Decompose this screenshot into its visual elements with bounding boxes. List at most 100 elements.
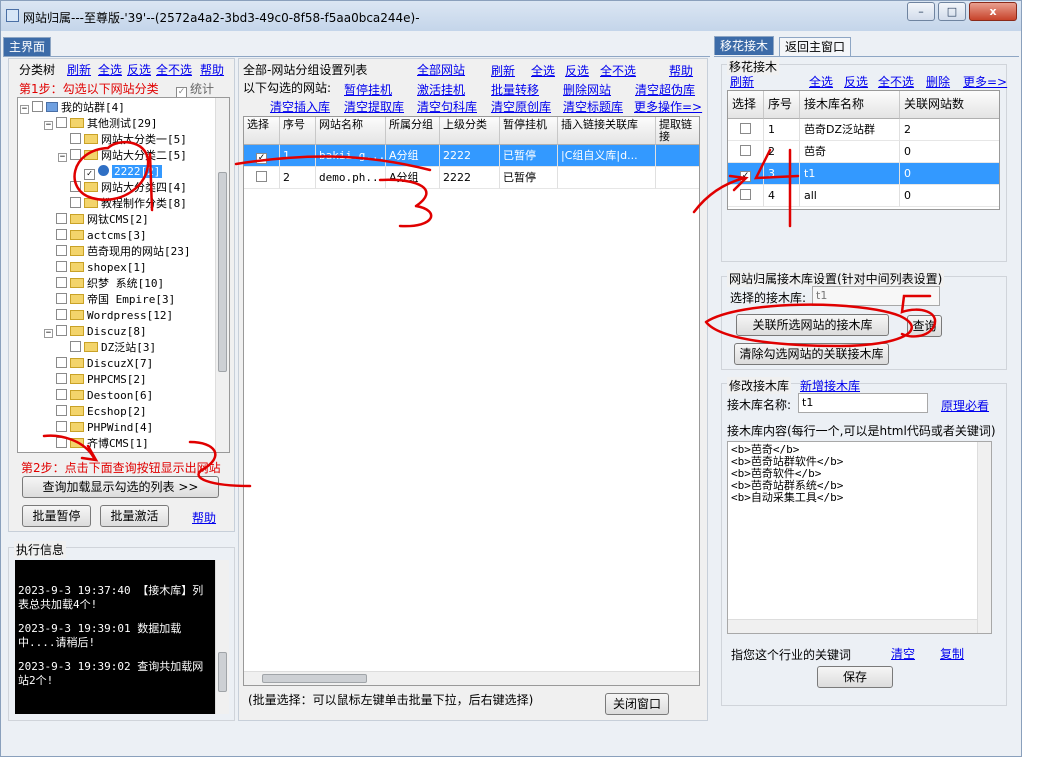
column-header[interactable]: 序号 <box>764 91 800 119</box>
textarea-scrollbar[interactable] <box>977 442 991 633</box>
column-header[interactable]: 提取链接 <box>656 117 699 145</box>
close-window-button[interactable]: 关闭窗口 <box>605 693 669 715</box>
tree-node[interactable]: 帝国 Empire[3] <box>56 292 175 308</box>
tree-node[interactable]: 教程制作分类[8] <box>70 196 187 212</box>
batch-transfer-link[interactable]: 批量转移 <box>491 81 539 98</box>
tree-node[interactable]: actcms[3] <box>56 228 147 244</box>
tree-node[interactable]: Wordpress[12] <box>56 308 173 324</box>
tree-node[interactable]: 芭奇现用的网站[23] <box>56 244 191 260</box>
list-help-link[interactable]: 帮助 <box>669 62 693 79</box>
column-header[interactable]: 上级分类 <box>440 117 500 145</box>
tree-node[interactable]: − 我的站群[4] <box>20 100 125 116</box>
column-header[interactable]: 插入链接关联库 <box>558 117 656 145</box>
tree-scrollbar[interactable] <box>215 98 229 452</box>
tree-node[interactable]: Destoon[6] <box>56 388 153 404</box>
tree-node[interactable]: 网钛CMS[2] <box>56 212 149 228</box>
tree-node-selected[interactable]: ✓ 2222[2] <box>84 164 163 180</box>
graft-select-none-link[interactable]: 全不选 <box>878 73 914 90</box>
pause-hosting-link[interactable]: 暂停挂机 <box>344 81 392 98</box>
graft-select-all-link[interactable]: 全选 <box>809 73 833 90</box>
tab-main[interactable]: 主界面 <box>3 37 52 56</box>
clear-content-link[interactable]: 清空 <box>891 645 915 662</box>
log-scrollbar[interactable] <box>215 560 229 714</box>
selected-lib-field[interactable]: t1 <box>812 286 940 306</box>
close-button[interactable]: x <box>969 2 1017 21</box>
batch-activate-button[interactable]: 批量激活 <box>100 505 169 527</box>
new-lib-link[interactable]: 新增接木库 <box>800 377 860 394</box>
tab-return-main[interactable]: 返回主窗口 <box>779 37 852 56</box>
principle-link[interactable]: 原理必看 <box>941 397 989 414</box>
graft-invert-link[interactable]: 反选 <box>844 73 868 90</box>
tree-refresh-link[interactable]: 刷新 <box>67 61 91 78</box>
clear-sentence-lib-link[interactable]: 清空句科库 <box>417 98 477 115</box>
tree-node[interactable]: − 其他测试[29] <box>44 116 158 132</box>
query-load-button[interactable]: 查询加载显示勾选的列表 >> <box>22 476 219 498</box>
clear-insert-lib-link[interactable]: 清空插入库 <box>270 98 330 115</box>
tree-node[interactable]: DZ泛站[3] <box>70 340 156 356</box>
tree-node[interactable]: shopex[1] <box>56 260 147 276</box>
category-tree[interactable]: − 我的站群[4] − 其他测试[29] 网站大分类一[5] − 网站大分类二[5] … <box>17 97 230 453</box>
site-grid[interactable]: 选择 序号 网站名称 所属分组 上级分类 暂停挂机 插入链接关联库 提取链接 ✓… <box>243 116 700 686</box>
tree-node[interactable]: 网站大分类四[4] <box>70 180 187 196</box>
row-checkbox[interactable] <box>728 141 764 163</box>
column-header[interactable]: 序号 <box>280 117 316 145</box>
tree-node[interactable]: 齐博CMS[1] <box>56 436 149 452</box>
tree-help-link[interactable]: 帮助 <box>200 61 224 78</box>
tree-node[interactable]: DiscuzX[7] <box>56 356 153 372</box>
lib-content-textarea[interactable]: <b>芭奇</b> <b>芭奇站群软件</b> <b>芭奇软件</b> <b>芭… <box>727 441 992 634</box>
graft-delete-link[interactable]: 删除 <box>926 73 950 90</box>
activate-hosting-link[interactable]: 激活挂机 <box>417 81 465 98</box>
column-header[interactable]: 网站名称 <box>316 117 386 145</box>
row-checkbox[interactable]: ✓ <box>244 145 280 167</box>
column-header[interactable]: 关联网站数 <box>900 91 999 119</box>
clear-original-lib-link[interactable]: 清空原创库 <box>491 98 551 115</box>
list-refresh-link[interactable]: 刷新 <box>491 62 515 79</box>
row-checkbox[interactable]: ✓ <box>728 163 764 185</box>
minimize-button[interactable]: – <box>907 2 935 21</box>
link-selected-sites-button[interactable]: 关联所选网站的接木库 <box>736 314 889 336</box>
stats-checkbox[interactable]: ✓ 统计 <box>176 80 214 98</box>
row-checkbox[interactable] <box>244 167 280 189</box>
tree-node[interactable]: − 网站大分类二[5] <box>58 148 187 164</box>
column-header[interactable]: 选择 <box>244 117 280 145</box>
tree-invert-link[interactable]: 反选 <box>127 61 151 78</box>
graft-lib-grid[interactable]: 选择 序号 接木库名称 关联网站数 1 芭奇DZ泛站群 2 2 芭奇 0 ✓ 3… <box>727 90 1000 210</box>
batch-pause-button[interactable]: 批量暂停 <box>22 505 91 527</box>
tree-node[interactable]: 网站大分类一[5] <box>70 132 187 148</box>
list-invert-link[interactable]: 反选 <box>565 62 589 79</box>
more-actions-link[interactable]: 更多操作=> <box>634 98 702 115</box>
list-select-none-link[interactable]: 全不选 <box>600 62 636 79</box>
save-button[interactable]: 保存 <box>817 666 893 688</box>
lib-name-input[interactable]: t1 <box>798 393 928 413</box>
scroll-thumb[interactable] <box>218 172 227 372</box>
column-header[interactable]: 暂停挂机 <box>500 117 558 145</box>
column-header[interactable]: 所属分组 <box>386 117 440 145</box>
tree-node[interactable]: − Discuz[8] <box>44 324 147 340</box>
maximize-button[interactable]: □ <box>938 2 966 21</box>
tree-node[interactable]: PHPWind[4] <box>56 420 153 436</box>
tree-select-none-link[interactable]: 全不选 <box>156 61 192 78</box>
row-checkbox[interactable] <box>728 119 764 141</box>
delete-sites-link[interactable]: 删除网站 <box>563 81 611 98</box>
tree-node[interactable]: 织梦 系统[10] <box>56 276 164 292</box>
all-sites-link[interactable]: 全部网站 <box>417 61 465 78</box>
row-checkbox[interactable] <box>728 185 764 207</box>
column-header[interactable]: 选择 <box>728 91 764 119</box>
scroll-thumb[interactable] <box>218 652 227 692</box>
tree-select-all-link[interactable]: 全选 <box>98 61 122 78</box>
list-select-all-link[interactable]: 全选 <box>531 62 555 79</box>
tab-graft[interactable]: 移花接木 <box>714 36 775 55</box>
graft-refresh-link[interactable]: 刷新 <box>730 73 754 90</box>
tree-node[interactable]: PHPCMS[2] <box>56 372 147 388</box>
query-button[interactable]: 查询 <box>907 315 942 337</box>
scroll-thumb[interactable] <box>262 674 367 683</box>
column-header[interactable]: 接木库名称 <box>800 91 900 119</box>
textarea-hscrollbar[interactable] <box>728 619 977 633</box>
clear-linked-lib-button[interactable]: 清除勾选网站的关联接木库 <box>734 343 889 365</box>
clear-extract-lib-link[interactable]: 清空提取库 <box>344 98 404 115</box>
graft-more-link[interactable]: 更多=> <box>963 73 1007 90</box>
copy-content-link[interactable]: 复制 <box>940 645 964 662</box>
clear-title-lib-link[interactable]: 清空标题库 <box>563 98 623 115</box>
tree-node[interactable]: Ecshop[2] <box>56 404 147 420</box>
grid-hscrollbar[interactable] <box>244 671 699 685</box>
